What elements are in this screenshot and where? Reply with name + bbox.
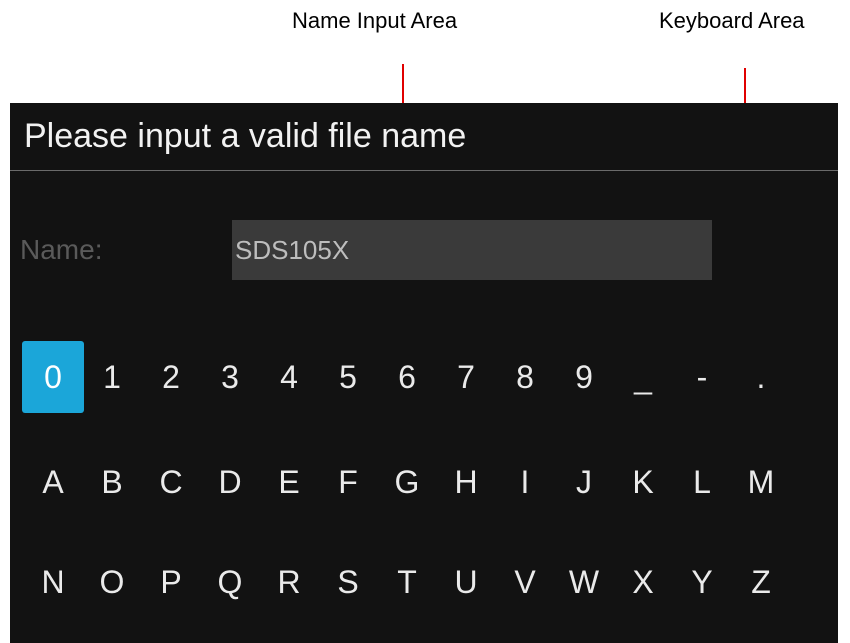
key-e[interactable]: E	[258, 446, 320, 518]
key-q[interactable]: Q	[199, 546, 261, 618]
key-y[interactable]: Y	[671, 546, 733, 618]
name-input-area-callout: Name Input Area	[292, 8, 458, 33]
name-input[interactable]: SDS105X	[232, 220, 712, 280]
key-0[interactable]: 0	[22, 341, 84, 413]
key-k[interactable]: K	[612, 446, 674, 518]
dialog-title: Please input a valid file name	[24, 117, 467, 155]
key-r[interactable]: R	[258, 546, 320, 618]
key-a[interactable]: A	[22, 446, 84, 518]
key-z[interactable]: Z	[730, 546, 792, 618]
key-7[interactable]: 7	[435, 341, 497, 413]
key-1[interactable]: 1	[81, 341, 143, 413]
key-9[interactable]: 9	[553, 341, 615, 413]
key-s[interactable]: S	[317, 546, 379, 618]
key-6[interactable]: 6	[376, 341, 438, 413]
file-name-dialog: Please input a valid file name Name: SDS…	[10, 103, 838, 643]
key-u[interactable]: U	[435, 546, 497, 618]
key-i[interactable]: I	[494, 446, 556, 518]
key-g[interactable]: G	[376, 446, 438, 518]
key-x[interactable]: X	[612, 546, 674, 618]
key-4[interactable]: 4	[258, 341, 320, 413]
key-f[interactable]: F	[317, 446, 379, 518]
key-period[interactable]: .	[730, 341, 792, 413]
key-5[interactable]: 5	[317, 341, 379, 413]
key-d[interactable]: D	[199, 446, 261, 518]
key-o[interactable]: O	[81, 546, 143, 618]
key-m[interactable]: M	[730, 446, 792, 518]
key-c[interactable]: C	[140, 446, 202, 518]
key-8[interactable]: 8	[494, 341, 556, 413]
key-j[interactable]: J	[553, 446, 615, 518]
key-w[interactable]: W	[553, 546, 615, 618]
key-underscore[interactable]: _	[612, 341, 674, 413]
key-2[interactable]: 2	[140, 341, 202, 413]
key-p[interactable]: P	[140, 546, 202, 618]
key-n[interactable]: N	[22, 546, 84, 618]
key-b[interactable]: B	[81, 446, 143, 518]
keyboard-area-callout: Keyboard Area	[659, 8, 805, 33]
key-t[interactable]: T	[376, 546, 438, 618]
key-3[interactable]: 3	[199, 341, 261, 413]
title-divider	[10, 170, 838, 171]
name-label: Name:	[20, 234, 103, 265]
key-hyphen[interactable]: -	[671, 341, 733, 413]
key-h[interactable]: H	[435, 446, 497, 518]
key-v[interactable]: V	[494, 546, 556, 618]
key-l[interactable]: L	[671, 446, 733, 518]
